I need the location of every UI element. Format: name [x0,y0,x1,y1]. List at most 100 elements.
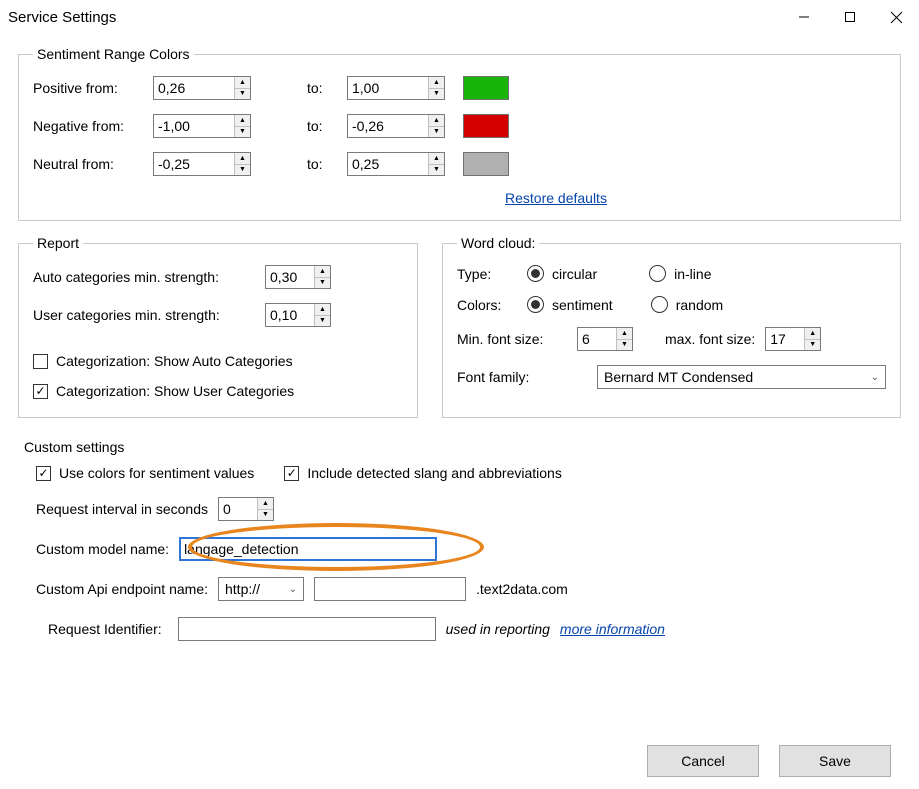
close-button[interactable] [873,1,919,33]
spin-up-icon[interactable]: ▲ [235,77,250,89]
spin-down-icon[interactable]: ▼ [315,316,330,327]
api-scheme-select[interactable]: http:// ⌄ [218,577,304,601]
show-user-label: Categorization: Show User Categories [56,383,294,399]
spin-up-icon[interactable]: ▲ [315,266,330,278]
chevron-down-icon: ⌄ [289,584,297,595]
interval-input[interactable] [219,498,257,520]
wc-min-font-label: Min. font size: [457,331,567,347]
wc-type-circular-label: circular [552,266,597,282]
user-strength-label: User categories min. strength: [33,307,265,323]
positive-from-spinner[interactable]: ▲▼ [153,76,251,100]
neutral-to-input[interactable] [348,153,428,175]
wc-max-font-input[interactable] [766,328,804,350]
save-button[interactable]: Save [779,745,891,777]
spin-up-icon[interactable]: ▲ [617,328,632,340]
negative-from-label: Negative from: [33,118,153,134]
spin-down-icon[interactable]: ▼ [429,89,444,100]
spin-down-icon[interactable]: ▼ [315,278,330,289]
auto-strength-spinner[interactable]: ▲▼ [265,265,331,289]
show-auto-label: Categorization: Show Auto Categories [56,353,293,369]
spin-down-icon[interactable]: ▼ [235,165,250,176]
wc-colors-sentiment-label: sentiment [552,297,613,313]
request-id-hint: used in reporting [446,621,550,637]
restore-defaults-link[interactable]: Restore defaults [505,190,607,206]
spin-up-icon[interactable]: ▲ [429,153,444,165]
more-information-link[interactable]: more information [560,621,665,637]
spin-down-icon[interactable]: ▼ [235,89,250,100]
neutral-to-spinner[interactable]: ▲▼ [347,152,445,176]
spin-down-icon[interactable]: ▼ [429,127,444,138]
wc-family-label: Font family: [457,369,567,385]
negative-color-swatch[interactable] [463,114,509,138]
spin-down-icon[interactable]: ▼ [235,127,250,138]
sentiment-legend: Sentiment Range Colors [33,46,194,62]
spin-up-icon[interactable]: ▲ [805,328,820,340]
positive-to-input[interactable] [348,77,428,99]
negative-from-spinner[interactable]: ▲▼ [153,114,251,138]
model-name-label: Custom model name: [36,541,169,557]
negative-to-spinner[interactable]: ▲▼ [347,114,445,138]
interval-spinner[interactable]: ▲▼ [218,497,274,521]
spin-up-icon[interactable]: ▲ [235,115,250,127]
spin-up-icon[interactable]: ▲ [258,498,273,510]
negative-to-input[interactable] [348,115,428,137]
wc-type-label: Type: [457,266,527,282]
positive-to-spinner[interactable]: ▲▼ [347,76,445,100]
wc-colors-random-label: random [676,297,723,313]
wordcloud-group: Word cloud: Type: circular in-line [442,235,901,418]
use-colors-checkbox[interactable]: ✓ [36,466,51,481]
spin-up-icon[interactable]: ▲ [315,304,330,316]
show-user-checkbox[interactable]: ✓ [33,384,48,399]
negative-from-input[interactable] [154,115,234,137]
neutral-color-swatch[interactable] [463,152,509,176]
sentiment-group: Sentiment Range Colors Positive from: ▲▼… [18,46,901,221]
wc-family-select[interactable]: Bernard MT Condensed ⌄ [597,365,886,389]
auto-strength-input[interactable] [266,266,314,288]
custom-legend: Custom settings [24,439,895,455]
chevron-down-icon: ⌄ [871,372,879,383]
auto-strength-label: Auto categories min. strength: [33,269,265,285]
positive-color-swatch[interactable] [463,76,509,100]
minimize-button[interactable] [781,1,827,33]
interval-label: Request interval in seconds [36,501,208,517]
wc-type-inline-label: in-line [674,266,711,282]
spin-up-icon[interactable]: ▲ [429,77,444,89]
wc-colors-sentiment-radio[interactable] [527,296,544,313]
api-endpoint-label: Custom Api endpoint name: [36,581,208,597]
user-strength-input[interactable] [266,304,314,326]
maximize-button[interactable] [827,1,873,33]
request-id-input[interactable] [178,617,436,641]
wc-colors-random-radio[interactable] [651,296,668,313]
wc-min-font-input[interactable] [578,328,616,350]
model-name-input[interactable] [179,537,437,561]
report-legend: Report [33,235,83,251]
negative-to-label: to: [307,118,347,134]
window-title: Service Settings [8,9,116,26]
titlebar: Service Settings [0,0,919,34]
wc-family-value: Bernard MT Condensed [604,369,753,385]
spin-up-icon[interactable]: ▲ [429,115,444,127]
wc-max-font-spinner[interactable]: ▲▼ [765,327,821,351]
positive-from-input[interactable] [154,77,234,99]
cancel-button[interactable]: Cancel [647,745,759,777]
wc-type-circular-radio[interactable] [527,265,544,282]
wc-type-inline-radio[interactable] [649,265,666,282]
spin-down-icon[interactable]: ▼ [429,165,444,176]
spin-up-icon[interactable]: ▲ [235,153,250,165]
wc-min-font-spinner[interactable]: ▲▼ [577,327,633,351]
include-slang-checkbox[interactable]: ✓ [284,466,299,481]
api-host-input[interactable] [314,577,466,601]
spin-down-icon[interactable]: ▼ [805,340,820,351]
include-slang-label: Include detected slang and abbreviations [307,465,562,481]
api-scheme-value: http:// [225,581,260,597]
user-strength-spinner[interactable]: ▲▼ [265,303,331,327]
window-controls [781,1,919,33]
spin-down-icon[interactable]: ▼ [258,510,273,521]
use-colors-label: Use colors for sentiment values [59,465,254,481]
spin-down-icon[interactable]: ▼ [617,340,632,351]
neutral-from-input[interactable] [154,153,234,175]
neutral-from-label: Neutral from: [33,156,153,172]
neutral-from-spinner[interactable]: ▲▼ [153,152,251,176]
show-auto-checkbox[interactable] [33,354,48,369]
neutral-to-label: to: [307,156,347,172]
